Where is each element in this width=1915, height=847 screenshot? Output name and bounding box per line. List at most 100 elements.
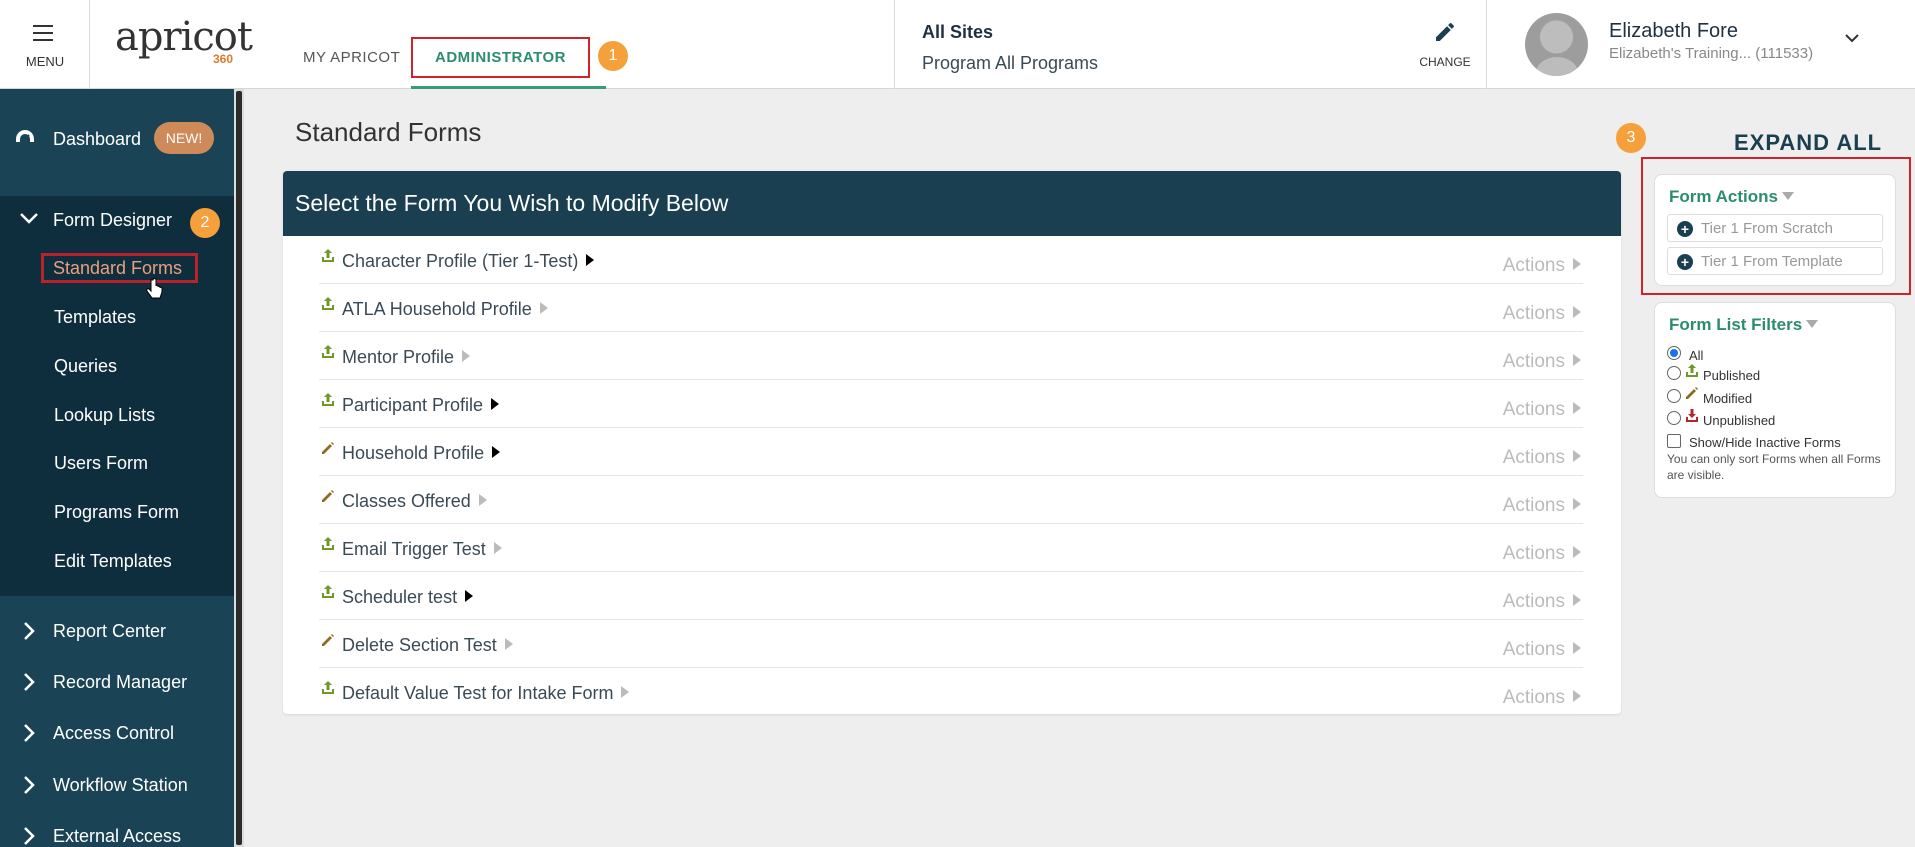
- sidebar-item-standard-forms[interactable]: Standard Forms: [41, 253, 198, 283]
- filter-all-radio[interactable]: [1667, 346, 1681, 360]
- sidebar-label-access-control: Access Control: [53, 723, 175, 743]
- chevron-down-icon[interactable]: [1843, 32, 1861, 44]
- actions-menu[interactable]: Actions: [1503, 351, 1581, 373]
- form-row[interactable]: Participant Profile Actions: [319, 380, 1583, 428]
- form-name[interactable]: Character Profile (Tier 1-Test): [342, 251, 595, 272]
- change-label: CHANGE: [1419, 55, 1471, 69]
- sidebar-item-report-center[interactable]: Report Center: [0, 606, 234, 656]
- form-name-text: Mentor Profile: [342, 347, 455, 367]
- top-header: MENU apricot 360 MY APRICOT ADMINISTRATO…: [0, 0, 1915, 89]
- sidebar-label-external-access: External Access: [53, 826, 182, 846]
- form-row[interactable]: Scheduler test Actions: [319, 572, 1583, 620]
- form-row[interactable]: Household Profile Actions: [319, 428, 1583, 476]
- sidebar-item-queries[interactable]: Queries: [54, 356, 117, 377]
- publish-icon: [322, 345, 334, 358]
- site-selector: All Sites Program All Programs: [894, 0, 1487, 89]
- sidebar-item-lookup-lists[interactable]: Lookup Lists: [54, 405, 155, 426]
- tier1-from-scratch-label: Tier 1 From Scratch: [1701, 220, 1833, 237]
- logo-360: 360: [213, 52, 234, 66]
- form-row[interactable]: ATLA Household Profile Actions: [319, 284, 1583, 332]
- tier1-from-template-button[interactable]: + Tier 1 From Template: [1667, 247, 1883, 275]
- change-button[interactable]: CHANGE: [1410, 20, 1480, 69]
- actions-menu[interactable]: Actions: [1503, 687, 1581, 709]
- form-name[interactable]: Classes Offered: [342, 491, 487, 512]
- form-name[interactable]: Household Profile: [342, 443, 501, 464]
- caret-down-icon: [1806, 320, 1819, 328]
- form-name[interactable]: Default Value Test for Intake Form: [342, 683, 630, 704]
- filter-unpublished-radio[interactable]: [1667, 411, 1681, 425]
- triangle-right-icon[interactable]: [491, 398, 500, 410]
- filter-published-radio[interactable]: [1667, 366, 1681, 380]
- user-avatar[interactable]: [1525, 13, 1588, 76]
- form-name[interactable]: Mentor Profile: [342, 347, 471, 368]
- panel-title: Select the Form You Wish to Modify Below: [283, 171, 1621, 236]
- triangle-right-icon[interactable]: [493, 542, 502, 554]
- chevron-down-icon: [20, 213, 38, 224]
- step-badge-1: 1: [598, 41, 628, 71]
- pencil-icon: [1436, 22, 1454, 41]
- actions-menu[interactable]: Actions: [1503, 447, 1581, 469]
- form-row[interactable]: Email Trigger Test Actions: [319, 524, 1583, 572]
- form-actions-title[interactable]: Form Actions: [1669, 187, 1794, 207]
- form-row[interactable]: Default Value Test for Intake Form Action…: [319, 668, 1583, 716]
- pencil-icon: [1686, 387, 1698, 399]
- triangle-right-icon[interactable]: [465, 590, 474, 602]
- sidebar-label-workflow-station: Workflow Station: [53, 775, 188, 795]
- sidebar-item-external-access[interactable]: External Access: [0, 811, 234, 847]
- unpublish-icon: [1686, 409, 1698, 422]
- triangle-right-icon[interactable]: [621, 686, 630, 698]
- sidebar-item-workflow-station[interactable]: Workflow Station: [0, 760, 234, 810]
- sort-note: You can only sort Forms when all Forms a…: [1667, 452, 1881, 482]
- actions-menu[interactable]: Actions: [1503, 399, 1581, 421]
- sidebar-item-programs-form[interactable]: Programs Form: [54, 502, 179, 523]
- tier1-from-scratch-button[interactable]: + Tier 1 From Scratch: [1667, 214, 1883, 242]
- chevron-right-icon: [24, 776, 35, 794]
- new-badge: NEW!: [154, 122, 214, 154]
- filter-modified-label: Modified: [1703, 391, 1753, 406]
- form-name[interactable]: Scheduler test: [342, 587, 474, 608]
- publish-icon: [322, 537, 334, 550]
- actions-menu[interactable]: Actions: [1503, 303, 1581, 325]
- filter-unpublished-label: Unpublished: [1703, 413, 1776, 428]
- form-row[interactable]: Mentor Profile Actions: [319, 332, 1583, 380]
- sidebar-item-record-manager[interactable]: Record Manager: [0, 657, 234, 707]
- form-row[interactable]: Delete Section Test Actions: [319, 620, 1583, 668]
- form-row[interactable]: Classes Offered Actions: [319, 476, 1583, 524]
- tab-administrator[interactable]: ADMINISTRATOR: [411, 37, 590, 78]
- triangle-right-icon[interactable]: [478, 494, 487, 506]
- actions-menu[interactable]: Actions: [1503, 639, 1581, 661]
- form-name-text: Scheduler test: [342, 587, 458, 607]
- form-actions-title-text: Form Actions: [1669, 187, 1778, 206]
- form-name[interactable]: Email Trigger Test: [342, 539, 502, 560]
- sidebar-item-edit-templates[interactable]: Edit Templates: [54, 551, 172, 572]
- filters-title[interactable]: Form List Filters: [1669, 315, 1819, 335]
- active-tab-indicator: [411, 86, 606, 89]
- actions-menu[interactable]: Actions: [1503, 591, 1581, 613]
- filter-modified-radio[interactable]: [1667, 389, 1681, 403]
- actions-menu[interactable]: Actions: [1503, 543, 1581, 565]
- triangle-right-icon[interactable]: [492, 446, 501, 458]
- menu-button[interactable]: MENU: [0, 0, 90, 89]
- form-name[interactable]: Delete Section Test: [342, 635, 513, 656]
- actions-menu[interactable]: Actions: [1503, 255, 1581, 277]
- tab-my-apricot[interactable]: MY APRICOT: [303, 49, 400, 66]
- program-name: Program All Programs: [922, 53, 1099, 73]
- filters-title-text: Form List Filters: [1669, 315, 1803, 334]
- show-hide-inactive-checkbox[interactable]: [1667, 434, 1681, 448]
- hand-cursor-icon: [146, 278, 163, 299]
- sidebar-item-access-control[interactable]: Access Control: [0, 708, 234, 758]
- user-name: Elizabeth Fore: [1609, 20, 1738, 42]
- form-row[interactable]: Character Profile (Tier 1-Test) Actions: [319, 236, 1583, 284]
- triangle-right-icon[interactable]: [504, 638, 513, 650]
- expand-all-link[interactable]: EXPAND ALL: [1734, 130, 1882, 156]
- sidebar-item-templates[interactable]: Templates: [54, 307, 136, 328]
- hamburger-icon: [33, 25, 53, 46]
- actions-menu[interactable]: Actions: [1503, 495, 1581, 517]
- form-name[interactable]: Participant Profile: [342, 395, 500, 416]
- sidebar-scrollbar[interactable]: [234, 89, 244, 847]
- triangle-right-icon[interactable]: [539, 302, 548, 314]
- sidebar-item-users-form[interactable]: Users Form: [54, 453, 148, 474]
- form-name[interactable]: ATLA Household Profile: [342, 299, 548, 320]
- triangle-right-icon[interactable]: [462, 350, 471, 362]
- triangle-right-icon[interactable]: [586, 254, 595, 266]
